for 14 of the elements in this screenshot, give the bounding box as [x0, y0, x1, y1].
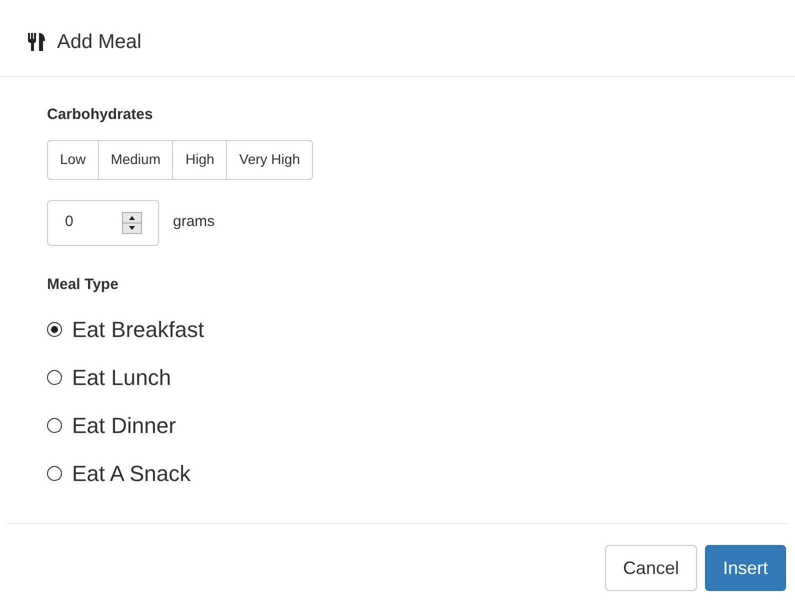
section-label: Meal Type [47, 274, 120, 294]
unit-label: grams [173, 212, 215, 232]
meal-type-radio[interactable]: Eat Dinner [47, 401, 176, 449]
carbohydrate-level-button[interactable]: Very High [226, 140, 312, 178]
meal-type-radio[interactable]: Eat Lunch [47, 353, 172, 401]
meal-type-radio[interactable]: Eat A Snack [47, 449, 191, 497]
dialog-title: Add Meal [57, 30, 142, 54]
number-field[interactable]: 0 [47, 200, 159, 246]
section-label: Carbohydrates [47, 105, 154, 125]
fork-knife-icon [27, 32, 47, 52]
spinner-icon [122, 212, 142, 234]
cancel-button[interactable]: Cancel [604, 545, 697, 591]
meal-type-radio[interactable]: Eat Breakfast [47, 305, 204, 353]
insert-button[interactable]: Insert [704, 545, 786, 591]
